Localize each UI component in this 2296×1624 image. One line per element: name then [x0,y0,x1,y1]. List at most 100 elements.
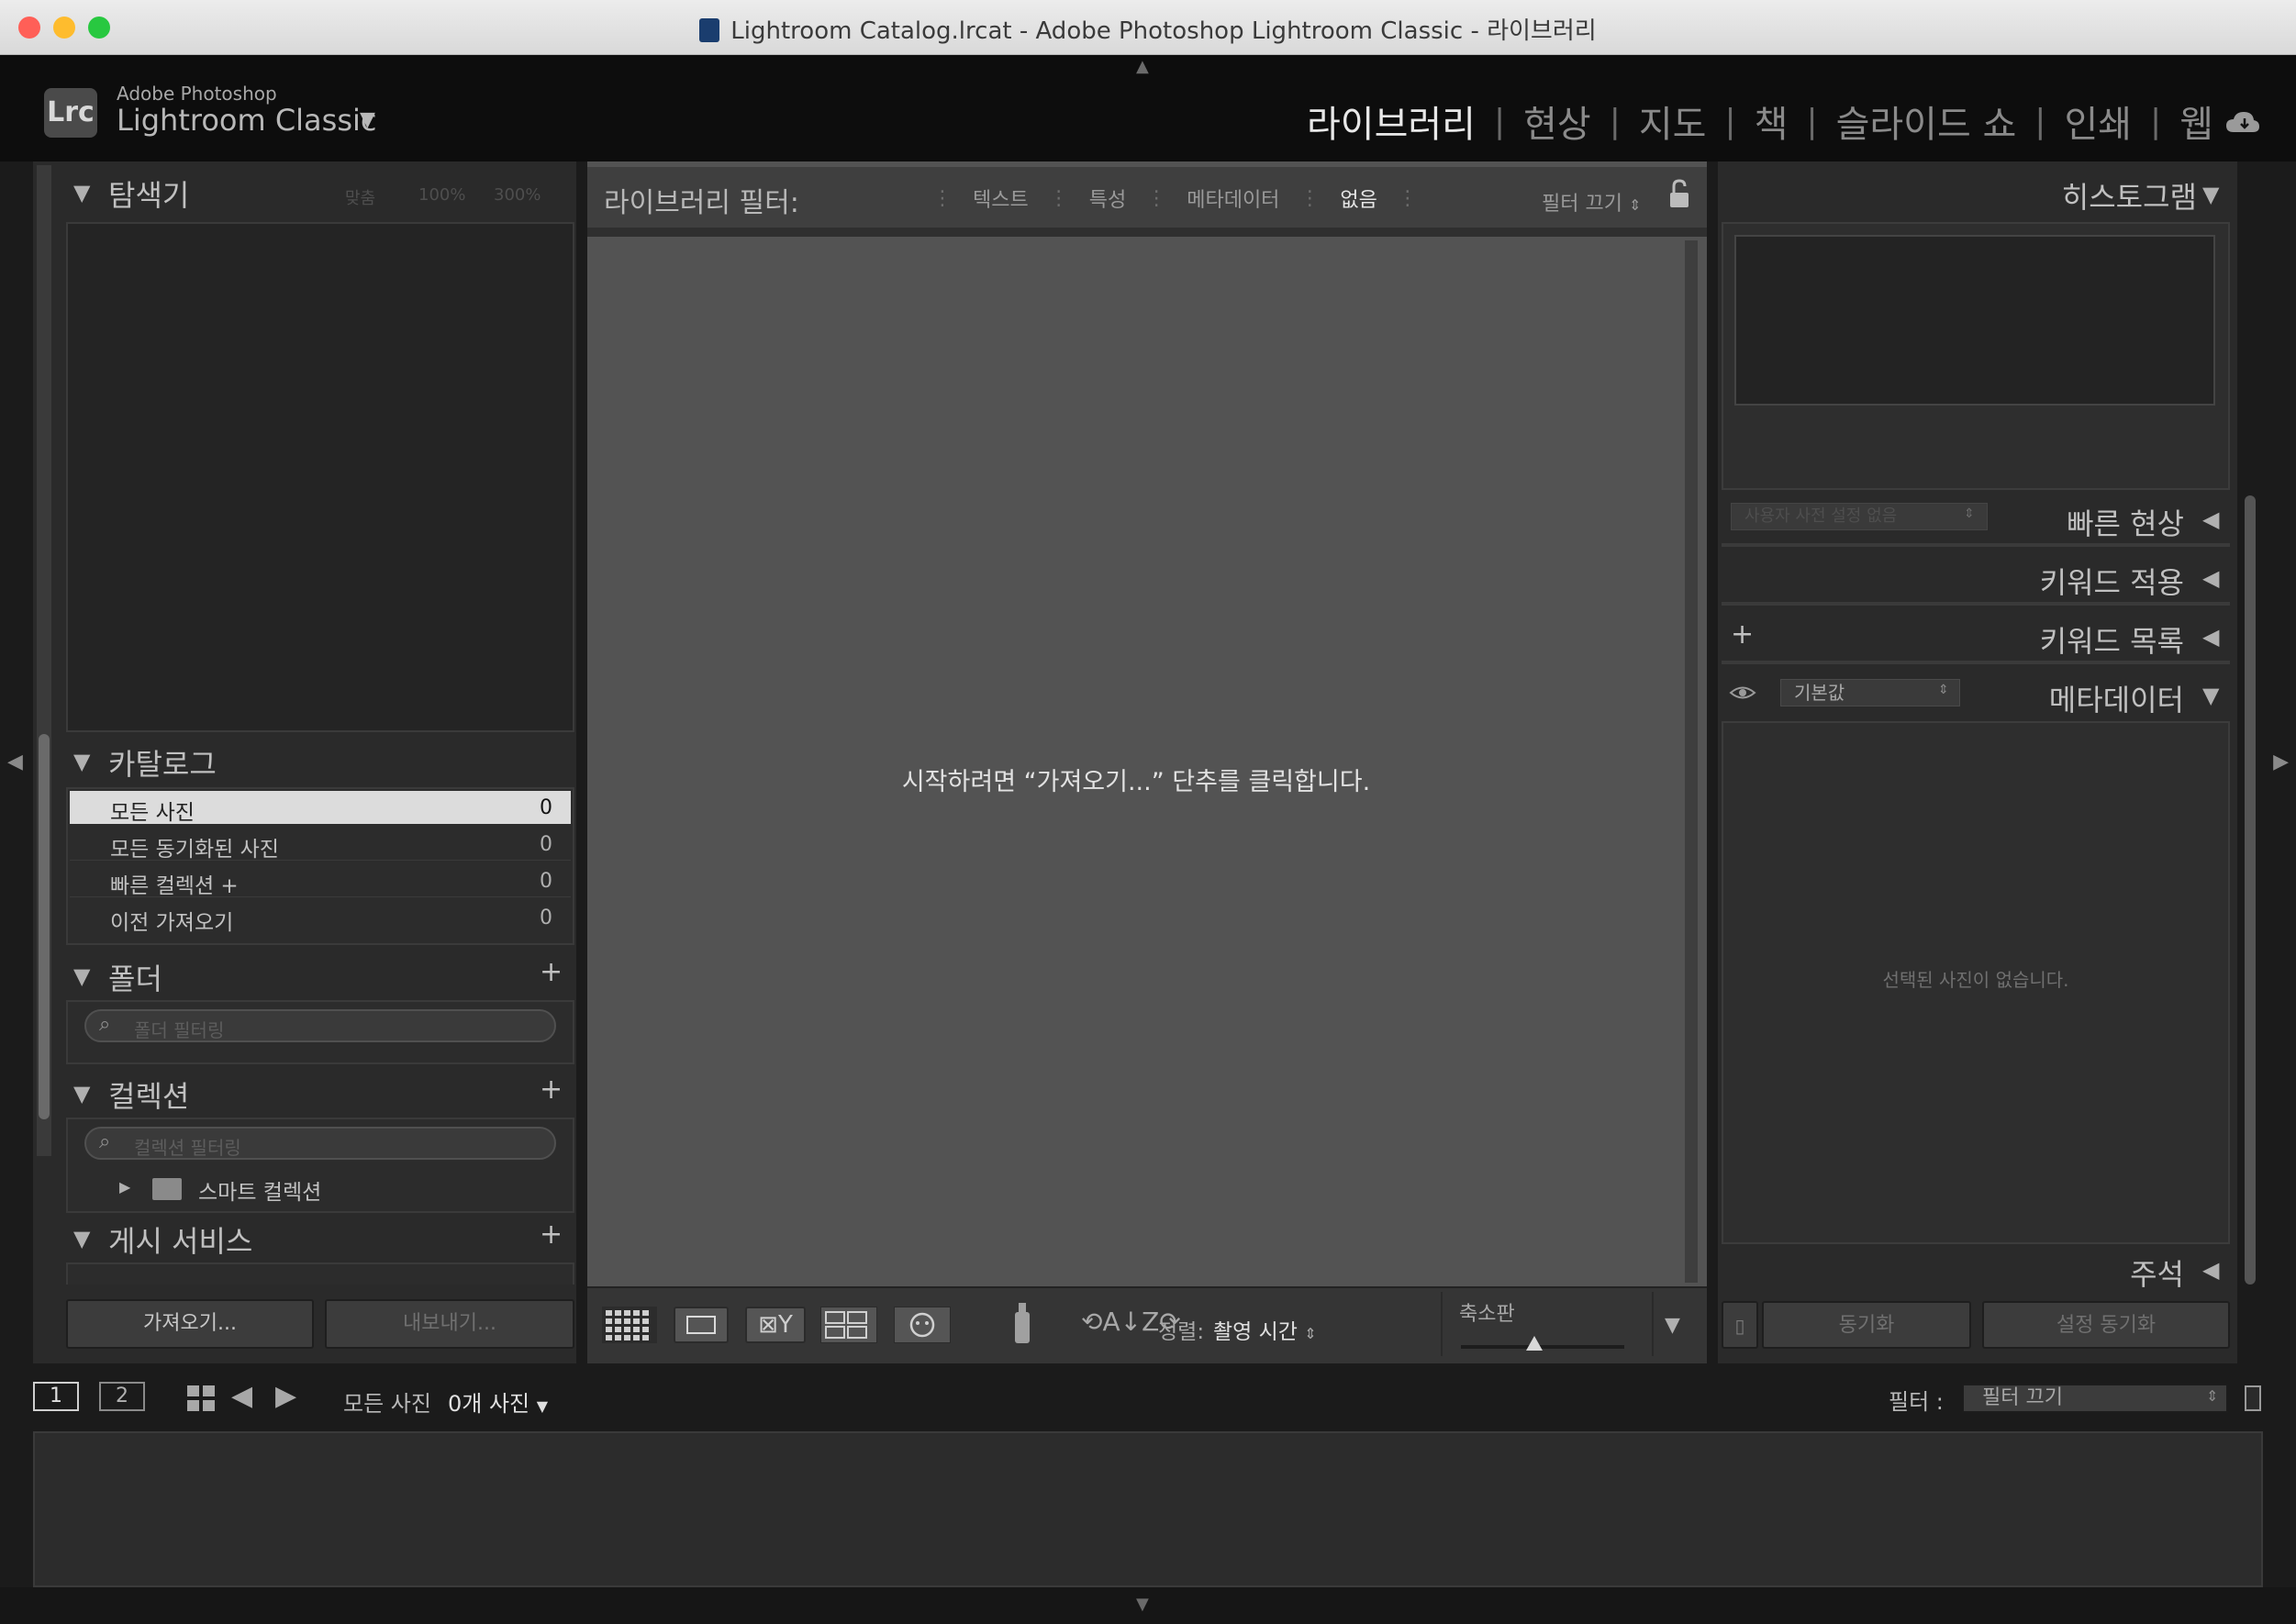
module-web[interactable]: 웹 [2179,95,2213,148]
sort-select[interactable]: 촬영 시간 ⇕ [1213,1314,1317,1345]
right-panel-scrollbar-thumb[interactable] [2245,495,2256,1285]
metadata-preset-select[interactable]: 기본값 [1780,679,1960,706]
module-divider: | [1609,102,1621,140]
updown-icon: ⇕ [1628,196,1642,214]
module-divider: | [2150,102,2162,140]
navigator-preview [66,222,574,732]
module-slideshow[interactable]: 슬라이드 쇼 [1836,95,2017,148]
filter-none[interactable]: 없음 [1340,184,1376,213]
collections-title[interactable]: 컬렉션 [108,1073,189,1116]
folders-title[interactable]: 폴더 [108,956,162,998]
catalog-file-icon [699,18,720,42]
add-publish-service-plus-icon[interactable]: + [540,1218,563,1251]
cloud-sync-icon[interactable] [2224,108,2261,136]
module-develop[interactable]: 현상 [1523,95,1591,148]
thumbnail-size-slider-knob[interactable] [1526,1336,1544,1351]
keyword-list-expand-icon[interactable]: ◀ [2202,624,2219,650]
compare-view-icon[interactable]: ⊠Y [745,1307,806,1343]
publish-title[interactable]: 게시 서비스 [108,1218,252,1261]
navigator-zoom-fit[interactable]: 맞춤 [345,185,375,209]
navigator-title[interactable]: 탐색기 [108,172,189,215]
module-map[interactable]: 지도 [1639,95,1707,148]
collection-filter-input[interactable]: ⌕ 컬렉션 필터링 [84,1127,556,1160]
catalog-title[interactable]: 카탈로그 [108,741,217,784]
painter-spray-can-icon[interactable] [1009,1299,1035,1347]
filter-attribute[interactable]: 특성 [1089,184,1126,213]
quick-develop-expand-icon[interactable]: ◀ [2202,506,2219,532]
left-panel-scrollbar-thumb[interactable] [39,734,50,1119]
quick-develop-title[interactable]: 빠른 현상 [2067,501,2184,543]
updown-icon: ⇕ [1304,1325,1317,1342]
auto-sync-toggle-icon[interactable]: ▯ [1722,1301,1758,1349]
catalog-item-label: 모든 사진 [110,801,195,825]
filter-options: ⋮ 텍스트 ⋮ 특성 ⋮ 메타데이터 ⋮ 없음 ⋮ [932,184,1418,213]
toolbar-menu-chevron-down-icon[interactable]: ▼ [1665,1314,1680,1337]
catalog-collapse-icon[interactable]: ▼ [73,749,90,774]
window-title-wrap: Lightroom Catalog.lrcat - Adobe Photosho… [0,12,2296,46]
histogram-collapse-icon[interactable]: ▼ [2202,182,2219,207]
filmstrip-photo-count-select[interactable]: 0개 사진 ▼ [448,1385,548,1418]
quick-develop-preset-select[interactable]: 사용자 사전 설정 없음 [1731,503,1988,530]
navigator-zoom-100[interactable]: 100% [418,185,465,205]
eye-icon[interactable] [1729,683,1756,703]
metadata-title[interactable]: 메타데이터 [2049,677,2184,719]
metadata-collapse-icon[interactable]: ▼ [2202,683,2219,708]
collapse-bottom-icon[interactable]: ▼ [1136,1595,1149,1614]
collapse-right-panel-icon[interactable]: ▶ [2273,751,2289,773]
comments-title[interactable]: 주석 [2130,1251,2184,1294]
grid-scrollbar-track[interactable] [1685,240,1698,1283]
catalog-item-label: 모든 동기화된 사진 [110,838,279,862]
window-titlebar: Lightroom Catalog.lrcat - Adobe Photosho… [0,0,2296,55]
module-print[interactable]: 인쇄 [2064,95,2132,148]
filter-lock-switch-icon[interactable] [2245,1385,2261,1411]
brand-menu-chevron-down-icon[interactable]: ▼ [360,108,375,131]
lock-icon[interactable] [1668,178,1690,211]
histogram-title[interactable]: 히스토그램 [2062,174,2197,217]
collapse-top-icon[interactable]: ▲ [1136,57,1149,76]
sync-button[interactable]: 동기화 [1762,1301,1971,1349]
publish-collapse-icon[interactable]: ▼ [73,1226,90,1251]
filmstrip-filter-select[interactable]: 필터 끄기 [1962,1384,2228,1413]
catalog-item-quick-collection[interactable]: 빠른 컬렉션 + 0 [70,864,571,898]
grid-view-icon[interactable] [187,1385,215,1411]
window-title: Lightroom Catalog.lrcat - Adobe Photosho… [730,17,1597,45]
keywording-expand-icon[interactable]: ◀ [2202,565,2219,591]
filter-text[interactable]: 텍스트 [973,184,1029,213]
filmstrip-source[interactable]: 모든 사진 [343,1385,431,1418]
filter-metadata[interactable]: 메타데이터 [1187,184,1279,213]
folders-collapse-icon[interactable]: ▼ [73,963,90,989]
folder-filter-input[interactable]: ⌕ 폴더 필터링 [84,1009,556,1042]
keyword-list-title[interactable]: 키워드 목록 [2040,618,2184,661]
brand-line2[interactable]: Lightroom Classic [117,103,376,138]
catalog-item-all-photos[interactable]: 모든 사진 0 [70,791,571,825]
navigator-zoom-300[interactable]: 300% [494,185,541,205]
module-divider: | [1724,102,1736,140]
search-icon: ⌕ [99,1130,111,1153]
secondary-window-button[interactable]: 2 [99,1382,145,1411]
export-button[interactable]: 내보내기... [325,1299,574,1349]
module-book[interactable]: 책 [1755,95,1789,148]
smart-collection-expand-icon[interactable]: ▶ [119,1178,130,1196]
back-arrow-icon[interactable]: ◀ [231,1380,252,1412]
filter-preset-select[interactable]: 필터 끄기 ⇕ [1542,187,1641,217]
forward-arrow-icon[interactable]: ▶ [275,1380,296,1412]
grid-view-icon[interactable] [602,1307,657,1343]
catalog-item-previous-import[interactable]: 이전 가져오기 0 [70,901,571,935]
collections-collapse-icon[interactable]: ▼ [73,1081,90,1107]
primary-window-button[interactable]: 1 [33,1382,79,1411]
survey-view-icon[interactable] [820,1307,877,1343]
comments-expand-icon[interactable]: ◀ [2202,1257,2219,1283]
add-keyword-plus-icon[interactable]: + [1731,618,1754,651]
collapse-left-panel-icon[interactable]: ◀ [7,751,23,773]
people-view-icon[interactable] [894,1307,951,1343]
import-button[interactable]: 가져오기... [66,1299,314,1349]
add-folder-plus-icon[interactable]: + [540,956,563,988]
catalog-item-synced-photos[interactable]: 모든 동기화된 사진 0 [70,828,571,862]
module-library[interactable]: 라이브러리 [1307,95,1476,148]
smart-collection-label[interactable]: 스마트 컬렉션 [198,1174,321,1206]
navigator-collapse-icon[interactable]: ▼ [73,180,90,206]
sync-settings-button[interactable]: 설정 동기화 [1982,1301,2230,1349]
loupe-view-icon[interactable] [674,1307,729,1343]
keywording-title[interactable]: 키워드 적용 [2040,560,2184,602]
add-collection-plus-icon[interactable]: + [540,1073,563,1106]
